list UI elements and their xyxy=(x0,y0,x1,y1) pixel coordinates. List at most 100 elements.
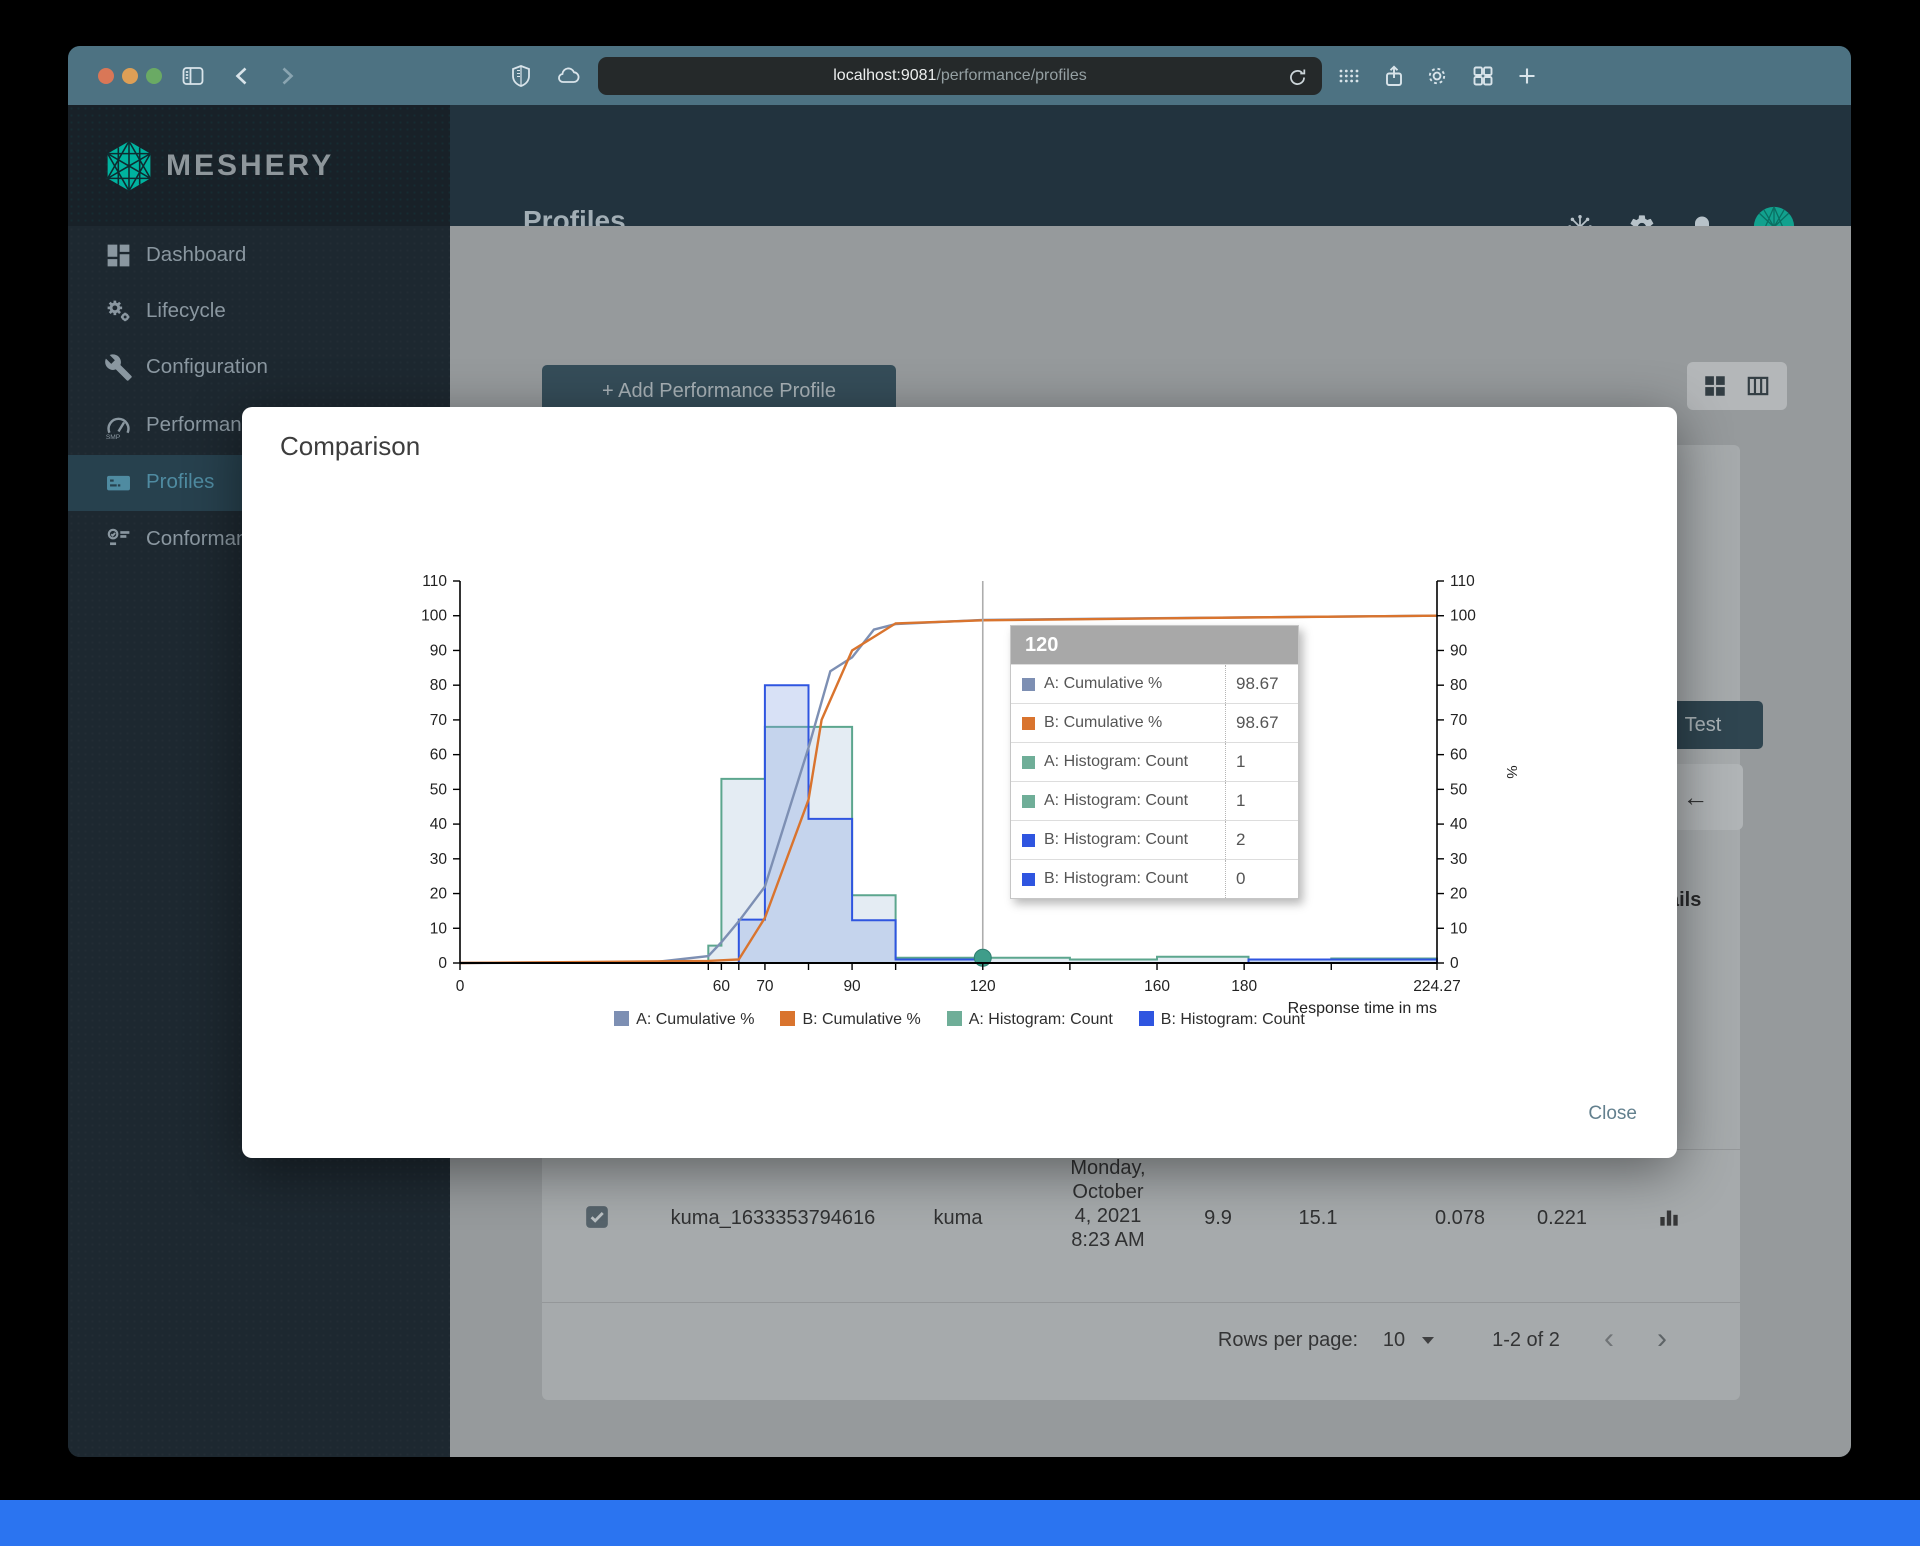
app-header: MESHERY Profiles xyxy=(68,105,1851,248)
axis-tick-label: 50 xyxy=(430,781,448,798)
tooltip-row: A: Histogram: Count 1 xyxy=(1011,781,1298,820)
axis-tick-label: 50 xyxy=(1450,781,1468,798)
tooltip-series-label: B: Histogram: Count xyxy=(1044,831,1189,848)
axis-tick-label: 70 xyxy=(756,978,774,995)
tooltip-row: B: Histogram: Count 0 xyxy=(1011,859,1298,898)
performance-icon: SMP xyxy=(104,411,133,441)
sidebar-toggle-icon[interactable] xyxy=(181,64,205,88)
legend-item[interactable]: B: Cumulative % xyxy=(780,1011,921,1029)
url-host: localhost:9081 xyxy=(833,67,937,84)
tooltip-series-label: B: Cumulative % xyxy=(1044,714,1163,731)
legend-item[interactable]: A: Cumulative % xyxy=(614,1011,754,1029)
tooltip-row: B: Cumulative % 98.67 xyxy=(1011,703,1298,742)
sidebar-item-dashboard[interactable]: Dashboard xyxy=(68,228,450,284)
axis-tick-label: 10 xyxy=(1450,920,1468,937)
axis-tick-label: 70 xyxy=(430,712,448,729)
grid-dots-icon[interactable] xyxy=(1337,64,1361,88)
legend-swatch xyxy=(614,1011,630,1026)
shield-icon[interactable] xyxy=(509,64,533,88)
axis-tick-label: 0 xyxy=(438,955,447,972)
settings-icon[interactable] xyxy=(1425,64,1449,88)
axis-tick-label: 30 xyxy=(430,851,448,868)
url-path: /performance/profiles xyxy=(936,67,1087,84)
legend-item[interactable]: B: Histogram: Count xyxy=(1138,1011,1305,1029)
configuration-icon xyxy=(104,353,133,382)
comparison-modal: Comparison 0 0 10 10 20 20 30 30 40 40 50 50 60 60 70 7… xyxy=(242,407,1677,1158)
meshery-logo[interactable]: MESHERY xyxy=(68,105,450,226)
tooltip-series-value: 1 xyxy=(1225,743,1298,781)
back-icon[interactable] xyxy=(231,64,255,88)
sidebar-item-label: Dashboard xyxy=(146,243,247,266)
axis-tick-label: 80 xyxy=(1450,677,1468,694)
axis-tick-label: 80 xyxy=(430,677,448,694)
chart-legend: A: Cumulative % B: Cumulative % A: Histogr… xyxy=(242,1011,1677,1029)
conformance-icon xyxy=(104,525,133,554)
minimize-icon[interactable] xyxy=(122,68,138,84)
axis-tick-label: 0 xyxy=(456,978,465,995)
axis-tick-label: 180 xyxy=(1231,978,1257,995)
url-bar[interactable]: localhost:9081/performance/profiles xyxy=(598,57,1322,95)
new-tab-icon[interactable] xyxy=(1515,64,1539,88)
axis-tick-label: 60 xyxy=(1450,747,1468,764)
tooltip-series-value: 1 xyxy=(1225,782,1298,820)
sidebar-item-label: Lifecycle xyxy=(146,299,226,322)
axis-tick-label: 10 xyxy=(430,920,448,937)
comparison-chart[interactable]: 0 010 1020 2030 3040 4050 5060 6070 7080 8090 9010… xyxy=(242,407,1677,1067)
tooltip-series-label: B: Histogram: Count xyxy=(1044,870,1189,887)
tooltip-row: B: Histogram: Count 2 xyxy=(1011,820,1298,859)
tooltip-series-value: 98.67 xyxy=(1225,704,1298,742)
sidebar-item-label: Profiles xyxy=(146,470,215,493)
axis-tick-label: 160 xyxy=(1144,978,1170,995)
tooltip-series-value: 0 xyxy=(1225,860,1298,898)
forward-icon[interactable] xyxy=(274,64,298,88)
axis-tick-label: 110 xyxy=(1450,573,1475,590)
axis-tick-label: 60 xyxy=(430,747,448,764)
legend-label: B: Histogram: Count xyxy=(1160,1011,1305,1028)
brand-name: MESHERY xyxy=(166,149,335,182)
reload-icon[interactable] xyxy=(1287,65,1308,86)
tab-grid-icon[interactable] xyxy=(1471,64,1495,88)
axis-tick-label: 100 xyxy=(421,608,447,625)
bottom-bar xyxy=(0,1500,1920,1546)
series-swatch xyxy=(1022,755,1035,769)
axis-tick-label: 40 xyxy=(1450,816,1468,833)
axis-tick-label: 90 xyxy=(430,642,448,659)
legend-item[interactable]: A: Histogram: Count xyxy=(946,1011,1113,1029)
right-axis-label: % xyxy=(1503,765,1520,778)
tooltip-row: A: Histogram: Count 1 xyxy=(1011,742,1298,781)
browser-window: localhost:9081/performance/profiles MESH… xyxy=(68,46,1851,1457)
tooltip-series-label: A: Cumulative % xyxy=(1044,675,1163,692)
legend-swatch xyxy=(1138,1011,1154,1026)
axis-tick-label: 70 xyxy=(1450,712,1468,729)
close-button[interactable]: Close xyxy=(1588,1103,1637,1125)
tooltip-series-value: 2 xyxy=(1225,821,1298,859)
axis-tick-label: 90 xyxy=(843,978,861,995)
meshery-logo-icon xyxy=(106,140,152,192)
close-icon[interactable] xyxy=(98,68,114,84)
tooltip-title: 120 xyxy=(1011,626,1298,664)
fullscreen-icon[interactable] xyxy=(146,68,162,84)
legend-label: A: Histogram: Count xyxy=(968,1011,1113,1028)
series-swatch xyxy=(1022,794,1035,808)
profiles-icon xyxy=(104,468,133,497)
series-swatch xyxy=(1022,677,1035,691)
share-icon[interactable] xyxy=(1382,64,1406,88)
axis-tick-label: 30 xyxy=(1450,851,1468,868)
axis-tick-label: 90 xyxy=(1450,642,1468,659)
svg-text:SMP: SMP xyxy=(106,434,121,440)
cloud-icon[interactable] xyxy=(556,64,580,88)
axis-tick-label: 20 xyxy=(430,886,448,903)
series-swatch xyxy=(1022,872,1035,886)
legend-label: A: Cumulative % xyxy=(636,1011,755,1028)
legend-swatch xyxy=(946,1011,962,1026)
series-swatch xyxy=(1022,716,1035,730)
dashboard-icon xyxy=(104,241,133,270)
tooltip-series-label: A: Histogram: Count xyxy=(1044,792,1189,809)
sidebar-item-configuration[interactable]: Configuration xyxy=(68,340,450,396)
sidebar-item-label: Configuration xyxy=(146,355,268,378)
legend-label: B: Cumulative % xyxy=(802,1011,921,1028)
axis-tick-label: 40 xyxy=(430,816,448,833)
sidebar-item-lifecycle[interactable]: Lifecycle xyxy=(68,284,450,340)
axis-tick-label: 0 xyxy=(1450,955,1459,972)
tooltip-series-value: 98.67 xyxy=(1225,665,1298,703)
